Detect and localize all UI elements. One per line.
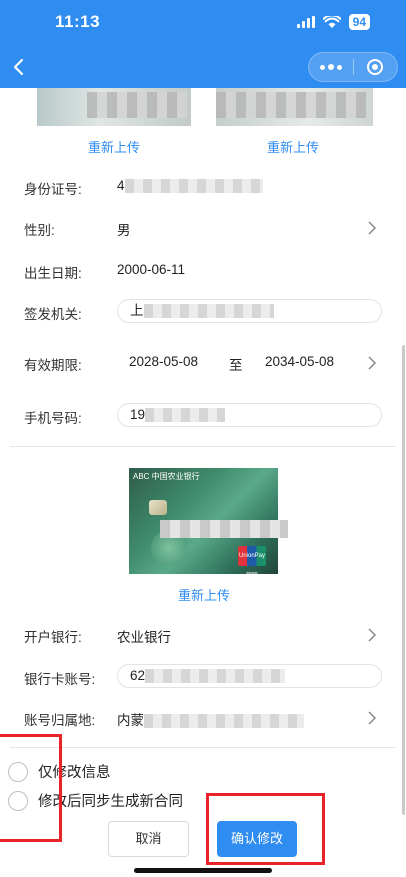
status-icons: 94 bbox=[296, 14, 370, 30]
chevron-right-icon[interactable] bbox=[366, 628, 378, 642]
header-bar: 11:13 94 bbox=[0, 0, 406, 88]
card-number-mask bbox=[160, 520, 288, 538]
close-target-icon[interactable] bbox=[354, 58, 397, 76]
reupload-bank-card-link[interactable]: 重新上传 bbox=[178, 585, 230, 604]
signal-icon bbox=[296, 16, 315, 28]
account-number-field[interactable]: 62 bbox=[117, 664, 382, 688]
reupload-front-link[interactable]: 重新上传 bbox=[88, 137, 140, 156]
more-icon[interactable] bbox=[309, 64, 353, 70]
battery-indicator: 94 bbox=[348, 14, 370, 30]
account-location-label: 账号归属地: bbox=[24, 713, 96, 728]
radio-button[interactable] bbox=[8, 761, 28, 782]
id-card-front-photo bbox=[37, 88, 191, 126]
birth-date-value[interactable]: 2000-06-11 bbox=[117, 262, 185, 277]
validity-start-date[interactable]: 2028-05-08 bbox=[129, 354, 198, 369]
scrollbar[interactable] bbox=[402, 345, 405, 815]
birth-date-label: 出生日期: bbox=[24, 266, 82, 281]
gender-label: 性别: bbox=[24, 223, 55, 238]
id-number-label: 身份证号: bbox=[24, 182, 82, 197]
status-time: 11:13 bbox=[55, 12, 101, 31]
issuing-authority-field[interactable]: 上 bbox=[117, 299, 382, 323]
bank-name-label: 开户银行: bbox=[24, 630, 82, 645]
section-divider bbox=[10, 747, 396, 748]
phone-field[interactable]: 19 bbox=[117, 403, 382, 427]
option-label: 仅修改信息 bbox=[38, 765, 111, 781]
account-number-label: 银行卡账号: bbox=[24, 672, 96, 687]
issuing-authority-label: 签发机关: bbox=[24, 307, 82, 322]
bank-name-value[interactable]: 农业银行 bbox=[117, 626, 171, 646]
wifi-icon bbox=[322, 16, 341, 28]
photo-mask bbox=[87, 92, 187, 118]
option-label: 修改后同步生成新合同 bbox=[38, 794, 183, 810]
card-chip bbox=[149, 500, 167, 515]
id-card-back-photo bbox=[216, 88, 373, 126]
validity-separator: 至 bbox=[229, 358, 243, 373]
account-location-value[interactable]: 内蒙 bbox=[117, 709, 304, 729]
chevron-right-icon[interactable] bbox=[366, 221, 378, 235]
validity-label: 有效期限: bbox=[24, 358, 82, 373]
miniprogram-capsule bbox=[308, 52, 398, 82]
option-modify-info-only[interactable]: 仅修改信息 bbox=[8, 761, 111, 782]
home-indicator bbox=[134, 868, 272, 873]
confirm-modify-button[interactable]: 确认修改 bbox=[217, 821, 297, 857]
gender-value[interactable]: 男 bbox=[117, 219, 131, 239]
radio-button[interactable] bbox=[8, 790, 28, 811]
reupload-back-link[interactable]: 重新上传 bbox=[267, 137, 319, 156]
highlight-box-options bbox=[0, 734, 62, 842]
option-modify-and-generate-contract[interactable]: 修改后同步生成新合同 bbox=[8, 790, 183, 811]
back-arrow-icon[interactable] bbox=[10, 57, 28, 77]
section-divider bbox=[10, 446, 396, 447]
bank-card-header: ABC 中国农业银行 bbox=[133, 472, 200, 481]
id-number-value: 4 bbox=[117, 178, 263, 194]
photo-mask bbox=[216, 92, 366, 118]
cancel-button[interactable]: 取消 bbox=[108, 821, 189, 857]
chevron-right-icon[interactable] bbox=[366, 711, 378, 725]
phone-label: 手机号码: bbox=[24, 411, 82, 426]
validity-end-date[interactable]: 2034-05-08 bbox=[265, 354, 334, 369]
unionpay-logo: UnionPay 银联 bbox=[238, 546, 266, 574]
chevron-right-icon[interactable] bbox=[366, 356, 378, 370]
